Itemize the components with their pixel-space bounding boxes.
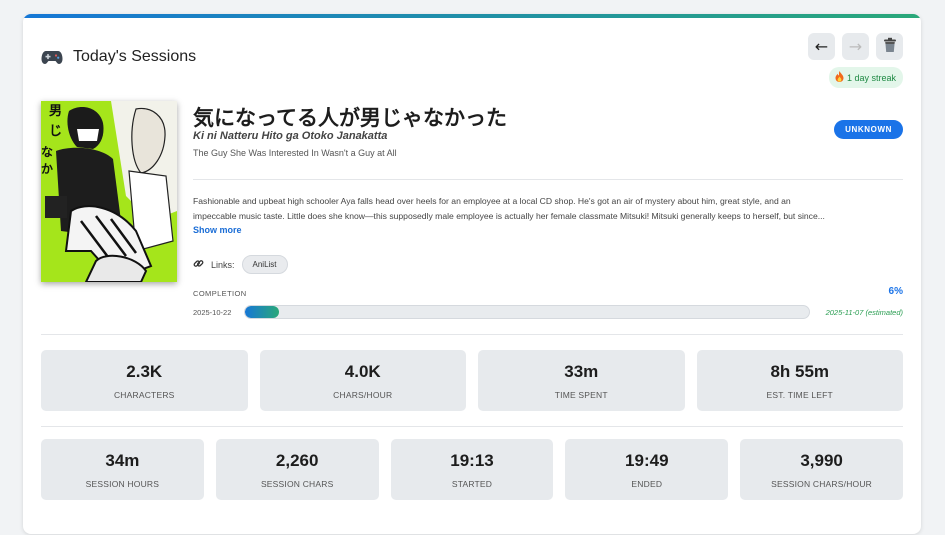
completion-progress-bar xyxy=(244,305,810,319)
stat-label: CHARS/HOUR xyxy=(333,389,393,400)
completion-percent: 6% xyxy=(888,286,903,297)
links-section: Links: AniList xyxy=(193,255,288,274)
links-label: Links: xyxy=(211,259,235,270)
sessions-card: Today's Sessions ← → 1 day streak 男 じ な … xyxy=(23,14,921,534)
stat-value: 2,260 xyxy=(275,450,319,470)
stat-label: SESSION HOURS xyxy=(85,478,160,489)
divider xyxy=(193,179,903,180)
svg-text:男: 男 xyxy=(49,104,62,119)
completion-label: COMPLETION xyxy=(193,289,247,298)
book-title-romaji: Ki ni Natteru Hito ga Otoko Janakatta xyxy=(193,130,388,142)
page-title-text: Today's Sessions xyxy=(73,48,197,65)
book-title-japanese: 気になってる人が男じゃなかった xyxy=(193,106,507,130)
svg-text:か: か xyxy=(41,162,53,176)
stat-label: EST. TIME LEFT xyxy=(766,389,833,400)
overall-stats-row: 2.3K CHARACTERS 4.0K CHARS/HOUR 33m TIME… xyxy=(41,350,903,411)
stat-value: 19:49 xyxy=(625,450,669,470)
session-nav: ← → xyxy=(808,33,903,60)
stat-label: ENDED xyxy=(631,478,663,489)
link-icon xyxy=(193,258,204,271)
stat-card: 2,260 SESSION CHARS xyxy=(215,439,379,500)
streak-badge: 1 day streak xyxy=(828,67,903,88)
divider xyxy=(41,426,903,427)
gamepad-icon xyxy=(41,49,63,65)
streak-text: 1 day streak xyxy=(846,72,896,83)
stat-label: CHARACTERS xyxy=(113,389,175,400)
delete-session-button[interactable] xyxy=(876,33,903,60)
stat-card: 33m TIME SPENT xyxy=(478,350,685,411)
stat-value: 33m xyxy=(564,361,599,381)
stat-card: 4.0K CHARS/HOUR xyxy=(259,350,466,411)
stat-value: 19:13 xyxy=(450,450,494,470)
session-stats-row: 34m SESSION HOURS 2,260 SESSION CHARS 19… xyxy=(41,439,903,500)
divider xyxy=(41,334,903,335)
link-chip-anilist[interactable]: AniList xyxy=(241,255,288,274)
description-line: Fashionable and upbeat high schooler Aya… xyxy=(193,196,791,206)
start-date: 2025-10-22 xyxy=(193,308,232,317)
stat-value: 3,990 xyxy=(800,450,843,470)
book-title-english: The Guy She Was Interested In Wasn't a G… xyxy=(193,148,397,158)
show-more-link[interactable]: Show more xyxy=(193,225,242,235)
trash-icon xyxy=(883,37,897,57)
stat-card: 3,990 SESSION CHARS/HOUR xyxy=(740,439,903,500)
fire-icon xyxy=(835,71,844,84)
page-title: Today's Sessions xyxy=(41,48,196,66)
next-session-button[interactable]: → xyxy=(842,33,869,60)
stat-card: 2.3K CHARACTERS xyxy=(41,350,248,411)
stat-value: 4.0K xyxy=(344,361,381,381)
stat-card: 19:13 STARTED xyxy=(390,439,554,500)
stat-label: TIME SPENT xyxy=(554,389,608,400)
svg-text:な: な xyxy=(41,145,53,159)
stat-value: 2.3K xyxy=(126,361,163,381)
stat-value: 8h 55m xyxy=(770,361,830,381)
status-button[interactable]: UNKNOWN xyxy=(834,120,903,139)
completion-progress-fill xyxy=(245,306,279,318)
stat-label: STARTED xyxy=(451,478,493,489)
gradient-top-bar xyxy=(23,14,921,18)
book-description: Fashionable and upbeat high schooler Aya… xyxy=(193,194,903,224)
stat-label: SESSION CHARS/HOUR xyxy=(771,478,873,489)
stat-card: 19:49 ENDED xyxy=(565,439,729,500)
description-line: impeccable music taste. Little does she … xyxy=(193,211,825,221)
stat-card: 34m SESSION HOURS xyxy=(41,439,204,500)
stat-card: 8h 55m EST. TIME LEFT xyxy=(696,350,903,411)
stat-value: 34m xyxy=(105,450,140,470)
svg-text:じ: じ xyxy=(49,124,62,139)
estimated-end-date: 2025-11-07 (estimated) xyxy=(825,308,903,317)
stat-label: SESSION CHARS xyxy=(260,478,334,489)
prev-session-button[interactable]: ← xyxy=(808,33,835,60)
book-cover-image[interactable]: 男 じ な か xyxy=(41,101,177,282)
